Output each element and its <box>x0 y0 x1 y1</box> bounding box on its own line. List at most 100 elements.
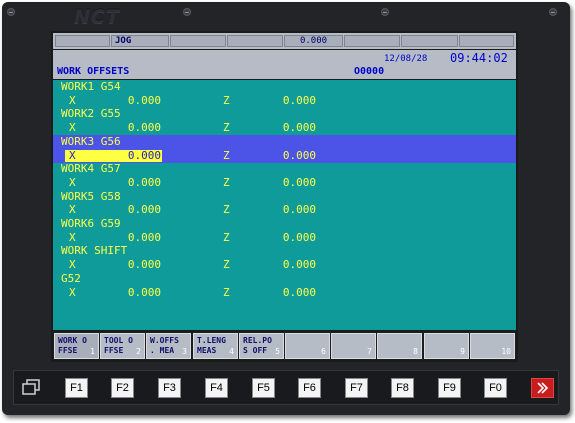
softkey-8[interactable]: 8 <box>377 333 422 359</box>
softkey-label: W.OFFS <box>150 336 179 345</box>
mode-indicator: JOG <box>111 35 169 47</box>
x-offset-value[interactable]: 0.000 <box>101 149 161 163</box>
work-offset-label: WORK SHIFT <box>61 244 128 257</box>
page-title: WORK OFFSETS <box>57 66 130 77</box>
work-offset-values[interactable]: X 0.000 Z 0.000 <box>53 231 516 245</box>
z-offset-value[interactable]: 0.000 <box>256 94 316 108</box>
function-key-strip <box>13 370 559 405</box>
z-axis-label: Z <box>223 286 230 299</box>
softkey-number: 2 <box>136 347 141 356</box>
z-axis-label: Z <box>223 231 230 244</box>
softkey-number: 10 <box>501 347 511 356</box>
x-offset-value[interactable]: 0.000 <box>101 231 161 245</box>
x-axis-label: X <box>69 121 76 134</box>
screw-icon <box>549 8 557 16</box>
x-axis-label: X <box>69 176 76 189</box>
softkey-number: 4 <box>229 347 234 356</box>
status-cell <box>227 35 283 47</box>
work-offset-header: WORK4 G57 <box>53 162 516 176</box>
x-axis-label: X <box>69 94 76 107</box>
softkey-3[interactable]: W.OFFS. MEA 3 <box>146 333 191 359</box>
work-offset-header: WORK5 G58 <box>53 190 516 204</box>
work-offset-values[interactable]: X 0.000 Z 0.000 <box>53 203 516 217</box>
function-key-f0[interactable]: F0 <box>484 378 507 398</box>
function-key-f2[interactable]: F2 <box>111 378 134 398</box>
status-cell <box>55 35 110 47</box>
z-offset-value[interactable]: 0.000 <box>256 203 316 217</box>
z-offset-value[interactable]: 0.000 <box>256 231 316 245</box>
function-key-f3[interactable]: F3 <box>158 378 181 398</box>
work-offset-label: WORK1 G54 <box>61 80 121 93</box>
function-key-f6[interactable]: F6 <box>298 378 321 398</box>
work-offset-header: G52 <box>53 272 516 286</box>
status-date: 12/08/28 <box>384 54 428 64</box>
z-offset-value[interactable]: 0.000 <box>256 258 316 272</box>
work-offset-label: WORK4 G57 <box>61 162 121 175</box>
softkey-number: 7 <box>367 347 372 356</box>
work-offset-values[interactable]: X 0.000 Z 0.000 <box>53 176 516 190</box>
z-axis-label: Z <box>223 94 230 107</box>
z-offset-value[interactable]: 0.000 <box>256 286 316 300</box>
screw-icon <box>7 8 15 16</box>
status-cell <box>459 35 514 47</box>
function-key-f7[interactable]: F7 <box>345 378 368 398</box>
x-axis-label: X <box>69 203 76 216</box>
z-offset-value[interactable]: 0.000 <box>256 176 316 190</box>
work-offset-header: WORK3 G56 <box>53 135 516 149</box>
softkey-6[interactable]: 6 <box>285 333 330 359</box>
z-offset-value[interactable]: 0.000 <box>256 149 316 163</box>
screw-icon <box>183 8 191 16</box>
date-time-bar <box>53 50 516 65</box>
work-offset-label: WORK5 G58 <box>61 190 121 203</box>
softkey-4[interactable]: T.LENG MEAS 4 <box>193 333 238 359</box>
work-offset-values[interactable]: X 0.000 Z 0.000 <box>53 94 516 108</box>
brand-logo: NCT <box>74 6 120 28</box>
work-offset-values[interactable]: X 0.000 Z 0.000 <box>53 121 516 135</box>
softkey-5[interactable]: REL.PO S OFF 5 <box>239 333 284 359</box>
window-switch-icon[interactable] <box>20 378 43 398</box>
softkey-2[interactable]: TOOL O FFSE 2 <box>100 333 145 359</box>
status-cell <box>401 35 458 47</box>
work-offset-header: WORK2 G55 <box>53 107 516 121</box>
status-cell <box>344 35 400 47</box>
x-offset-value[interactable]: 0.000 <box>101 203 161 217</box>
softkey-number: 6 <box>321 347 326 356</box>
work-offset-values[interactable]: X 0.000 Z 0.000 <box>53 258 516 272</box>
x-axis-label: X <box>69 149 76 162</box>
status-cell <box>170 35 226 47</box>
x-axis-label: X <box>69 231 76 244</box>
status-value: 0.000 <box>284 35 343 47</box>
function-key-f4[interactable]: F4 <box>205 378 228 398</box>
function-key-f8[interactable]: F8 <box>391 378 414 398</box>
x-offset-value[interactable]: 0.000 <box>101 286 161 300</box>
function-key-f1[interactable]: F1 <box>65 378 88 398</box>
softkey-9[interactable]: 9 <box>424 333 469 359</box>
x-axis-label: X <box>69 286 76 299</box>
program-number: O0000 <box>354 66 385 77</box>
work-offset-header: WORK SHIFT <box>53 244 516 258</box>
z-offset-value[interactable]: 0.000 <box>256 121 316 135</box>
work-offset-values[interactable]: X 0.000 Z 0.000 <box>53 149 516 163</box>
x-offset-value[interactable]: 0.000 <box>101 94 161 108</box>
softkey-label: TOOL O <box>104 336 133 345</box>
x-offset-value[interactable]: 0.000 <box>101 121 161 135</box>
z-axis-label: Z <box>223 149 230 162</box>
work-offset-label: WORK2 G55 <box>61 107 121 120</box>
exit-icon[interactable] <box>531 378 554 398</box>
softkey-10[interactable]: 10 <box>470 333 515 359</box>
softkey-1[interactable]: WORK O FFSE 1 <box>54 333 99 359</box>
x-offset-value[interactable]: 0.000 <box>101 176 161 190</box>
work-offset-header: WORK1 G54 <box>53 80 516 94</box>
function-key-f9[interactable]: F9 <box>438 378 461 398</box>
function-key-f5[interactable]: F5 <box>252 378 275 398</box>
x-offset-value[interactable]: 0.000 <box>101 258 161 272</box>
work-offset-label: WORK6 G59 <box>61 217 121 230</box>
z-axis-label: Z <box>223 176 230 189</box>
softkey-7[interactable]: 7 <box>331 333 376 359</box>
screw-icon <box>381 8 389 16</box>
softkey-number: 1 <box>90 347 95 356</box>
status-time: 09:44:02 <box>450 51 508 65</box>
softkey-number: 3 <box>182 347 187 356</box>
work-offset-label: G52 <box>61 272 81 285</box>
work-offset-values[interactable]: X 0.000 Z 0.000 <box>53 286 516 300</box>
